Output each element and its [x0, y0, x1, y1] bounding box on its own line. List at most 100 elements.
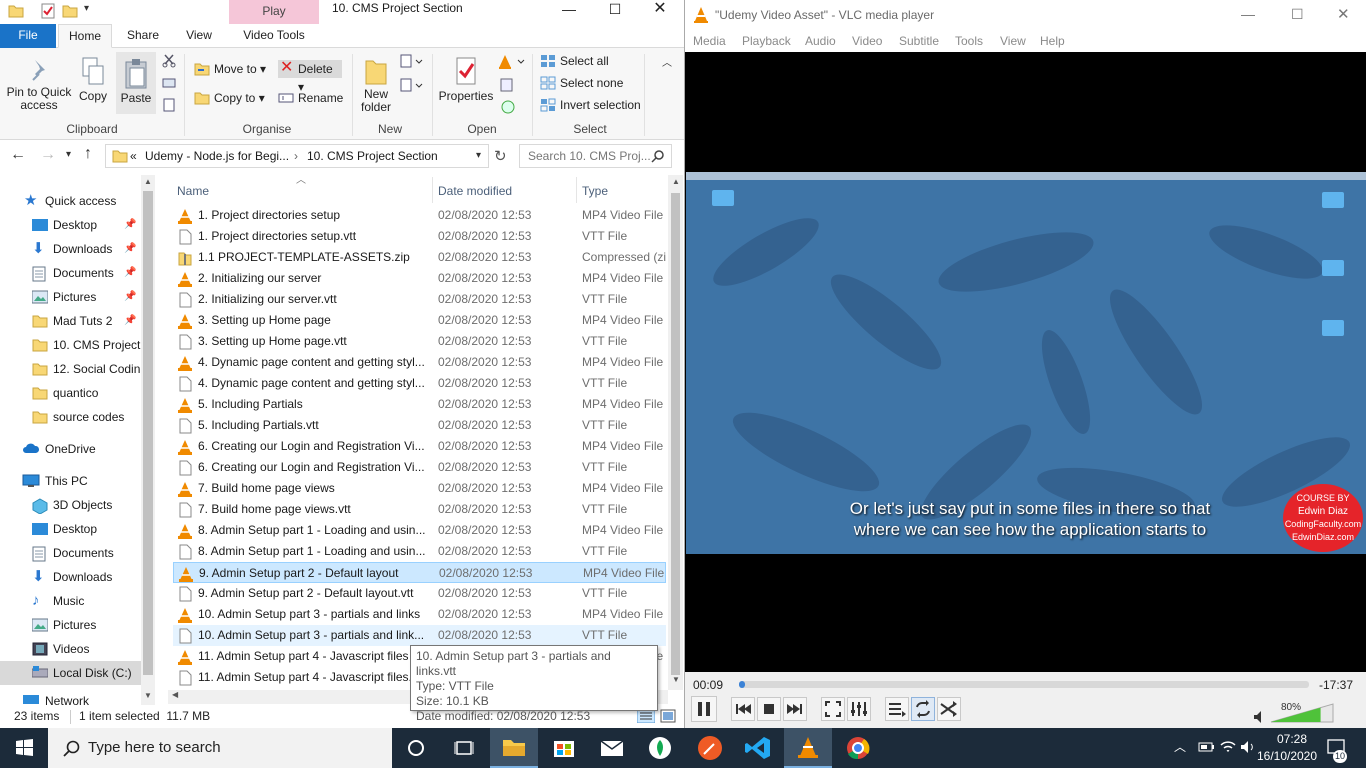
file-row[interactable]: 2. Initializing our server 02/08/2020 12:… — [173, 268, 666, 289]
next-button[interactable] — [783, 697, 807, 721]
menu-video[interactable]: Video — [852, 34, 882, 48]
recent-locations-icon[interactable]: ▾ — [66, 149, 71, 160]
new-folder-button[interactable]: New folder — [356, 56, 396, 114]
open-vlc-icon[interactable] — [498, 54, 526, 70]
wifi-icon[interactable] — [1220, 740, 1236, 754]
address-bar[interactable]: « Udemy - Node.js for Begi... › 10. CMS … — [105, 144, 489, 168]
menu-audio[interactable]: Audio — [805, 34, 836, 48]
scroll-down-icon[interactable]: ▼ — [672, 675, 680, 684]
file-row[interactable]: 2. Initializing our server.vtt 02/08/2020… — [173, 289, 666, 310]
maximize-icon[interactable]: ☐ — [592, 0, 638, 22]
customize-toolbar-icon[interactable]: ▾ — [84, 3, 89, 14]
playlist-button[interactable] — [885, 697, 909, 721]
nav-quantico[interactable]: quantico — [0, 381, 142, 405]
file-row[interactable]: 6. Creating our Login and Registration V… — [173, 436, 666, 457]
nav-downloads[interactable]: ⬇ Downloads 📌 — [0, 237, 142, 261]
column-header-name[interactable]: Name — [177, 178, 209, 204]
menu-media[interactable]: Media — [693, 34, 726, 48]
tab-video-tools[interactable]: Video Tools — [232, 24, 316, 48]
select-all-button[interactable]: Select all — [540, 52, 609, 70]
copy-path-icon[interactable] — [162, 76, 176, 90]
nav-quick-access[interactable]: ★ Quick access — [0, 189, 142, 213]
large-icons-view-icon[interactable] — [660, 709, 676, 723]
breadcrumb-segment[interactable]: 10. CMS Project Section — [307, 149, 438, 163]
tab-home[interactable]: Home — [58, 24, 112, 48]
maximize-icon[interactable]: ☐ — [1291, 6, 1304, 23]
taskbar-vlc[interactable] — [784, 728, 832, 768]
nav-pc-pictures[interactable]: Pictures — [0, 613, 142, 637]
file-row[interactable]: 3. Setting up Home page.vtt 02/08/2020 12… — [173, 331, 666, 352]
file-row[interactable]: 6. Creating our Login and Registration V… — [173, 457, 666, 478]
menu-playback[interactable]: Playback — [742, 34, 791, 48]
forward-icon[interactable]: → — [40, 146, 56, 164]
address-dropdown-icon[interactable]: ▾ — [476, 150, 481, 161]
nav-desktop[interactable]: Desktop 📌 — [0, 213, 142, 237]
show-hidden-icons[interactable]: ︿ — [1174, 738, 1186, 755]
shuffle-button[interactable] — [937, 697, 961, 721]
file-row[interactable]: 10. Admin Setup part 3 - partials and li… — [173, 625, 666, 646]
file-row[interactable]: 10. Admin Setup part 3 - partials and li… — [173, 604, 666, 625]
nav-network[interactable]: Network — [0, 689, 142, 705]
stop-button[interactable] — [757, 697, 781, 721]
nav-pc-documents[interactable]: Documents — [0, 541, 142, 565]
nav-cms-project[interactable]: 10. CMS Project — [0, 333, 142, 357]
up-icon[interactable]: ↑ — [84, 145, 92, 163]
volume-slider[interactable] — [1269, 700, 1335, 724]
paste-shortcut-icon[interactable] — [162, 98, 176, 112]
file-row[interactable]: 7. Build home page views.vtt 02/08/2020 1… — [173, 499, 666, 520]
taskbar-mongodb[interactable] — [636, 728, 684, 768]
nav-source-codes[interactable]: source codes — [0, 405, 142, 429]
file-row[interactable]: 9. Admin Setup part 2 - Default layout.v… — [173, 583, 666, 604]
previous-button[interactable] — [731, 697, 755, 721]
tab-view[interactable]: View — [176, 24, 222, 48]
nav-onedrive[interactable]: OneDrive — [0, 437, 142, 461]
nav-pc-desktop[interactable]: Desktop — [0, 517, 142, 541]
paste-button[interactable]: Paste — [116, 52, 156, 114]
pin-quick-access-button[interactable]: Pin to Quick access — [4, 56, 74, 112]
edit-icon[interactable] — [500, 78, 516, 92]
easy-access-icon[interactable] — [400, 78, 424, 92]
invert-selection-button[interactable]: Invert selection — [540, 96, 641, 114]
loop-button[interactable] — [911, 697, 935, 721]
column-header-date[interactable]: Date modified — [438, 178, 512, 204]
taskbar-mail[interactable] — [588, 728, 636, 768]
start-button[interactable] — [0, 728, 48, 768]
menu-view[interactable]: View — [1000, 34, 1026, 48]
taskbar-search-input[interactable]: Type here to search — [48, 728, 392, 768]
file-row[interactable]: 5. Including Partials 02/08/2020 12:53 MP4… — [173, 394, 666, 415]
cut-icon[interactable] — [162, 54, 176, 68]
nav-pictures[interactable]: Pictures 📌 — [0, 285, 142, 309]
nav-documents[interactable]: Documents 📌 — [0, 261, 142, 285]
cortana-button[interactable] — [392, 728, 440, 768]
nav-local-disk[interactable]: Local Disk (C:) — [0, 661, 142, 685]
scroll-left-icon[interactable]: ◀ — [172, 690, 178, 699]
new-folder-icon[interactable] — [62, 3, 78, 19]
nav-videos[interactable]: Videos — [0, 637, 142, 661]
taskbar-store[interactable] — [540, 728, 588, 768]
nav-pc-downloads[interactable]: ⬇ Downloads — [0, 565, 142, 589]
scroll-up-icon[interactable]: ▲ — [144, 177, 152, 186]
breadcrumb-segment[interactable]: Udemy - Node.js for Begi... — [145, 149, 289, 163]
file-scrollbar[interactable]: ▲ ▼ — [668, 175, 683, 690]
copy-to-button[interactable]: Copy to ▾ — [194, 89, 265, 107]
back-icon[interactable]: ← — [10, 146, 26, 164]
new-item-icon[interactable] — [400, 54, 424, 68]
column-header-type[interactable]: Type — [582, 178, 608, 204]
file-row[interactable]: 9. Admin Setup part 2 - Default layout 02… — [173, 562, 667, 583]
battery-icon[interactable] — [1198, 741, 1216, 753]
seek-bar[interactable] — [739, 681, 1309, 688]
scroll-up-icon[interactable]: ▲ — [672, 177, 680, 186]
chevron-right-icon[interactable]: › — [294, 149, 298, 163]
select-none-button[interactable]: Select none — [540, 74, 623, 92]
properties-check-icon[interactable] — [40, 3, 56, 19]
close-icon[interactable]: ✕ — [1337, 5, 1350, 23]
minimize-icon[interactable]: — — [1241, 6, 1255, 22]
taskbar-time[interactable]: 07:28 — [1262, 732, 1322, 746]
speaker-icon[interactable] — [1253, 710, 1267, 724]
file-row[interactable]: 1. Project directories setup.vtt 02/08/20… — [173, 226, 666, 247]
collapse-ribbon-icon[interactable]: ︿ — [662, 54, 672, 69]
fullscreen-button[interactable] — [821, 697, 845, 721]
scroll-thumb[interactable] — [143, 191, 153, 675]
file-row[interactable]: 1.1 PROJECT-TEMPLATE-ASSETS.zip 02/08/202… — [173, 247, 666, 268]
menu-tools[interactable]: Tools — [955, 34, 983, 48]
